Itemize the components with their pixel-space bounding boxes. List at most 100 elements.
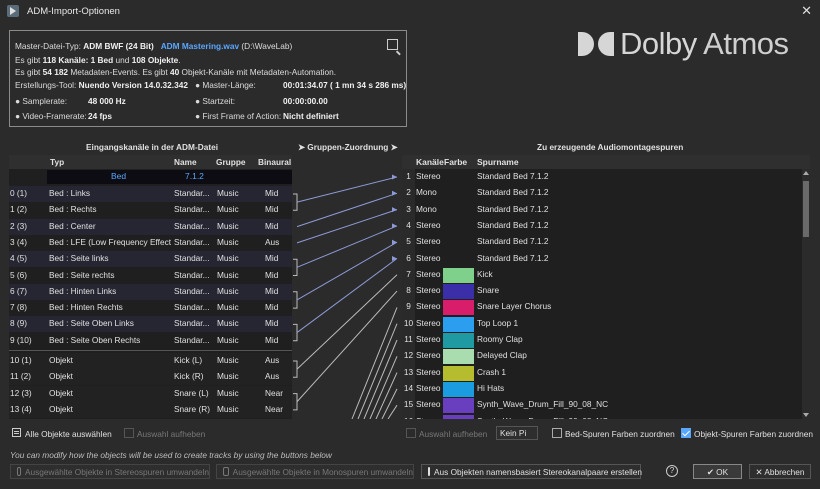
track-row[interactable]: 1 Stereo Standard Bed 7.1.2 [402,169,802,185]
track-color-swatch[interactable] [443,365,474,381]
input-row[interactable]: 0 (1) Bed : Links Standar... Music Mid [9,186,292,202]
track-name[interactable]: Kick [477,269,493,279]
track-color-swatch[interactable] [443,381,474,397]
track-color-swatch[interactable] [443,284,474,300]
track-color-swatch[interactable] [443,414,474,419]
track-row[interactable]: 6 Stereo Standard Bed 7.1.2 [402,251,802,267]
select-all-objects[interactable]: Alle Objekte auswählen [25,429,112,439]
track-channels[interactable]: Stereo [416,171,440,181]
input-row[interactable]: 13 (4) Objekt Snare (R) Music Near [9,401,292,418]
track-row[interactable]: 2 Mono Standard Bed 7.1.2 [402,185,802,201]
track-channels[interactable]: Stereo [416,416,440,420]
track-row[interactable]: 9 Stereo Snare Layer Chorus [402,299,802,316]
track-row[interactable]: 5 Stereo Standard Bed 7.1.2 [402,234,802,250]
track-row[interactable]: 13 Stereo Crash 1 [402,365,802,381]
track-color-swatch[interactable] [443,349,474,365]
track-row[interactable]: 14 Stereo Hi Hats [402,381,802,397]
track-channels[interactable]: Stereo [416,301,440,311]
track-row[interactable]: 11 Stereo Roomy Clap [402,332,802,348]
track-row[interactable]: 7 Stereo Kick [402,267,802,283]
track-row[interactable]: 4 Stereo Standard Bed 7.1.2 [402,218,802,234]
col-color[interactable]: Farbe [444,157,467,167]
track-name[interactable]: Standard Bed 7.1.2 [477,236,549,246]
input-row[interactable]: 12 (3) Objekt Snare (L) Music Near [9,385,292,402]
track-name[interactable]: Hi Hats [477,383,504,393]
col-channels[interactable]: Kanäle [416,157,444,167]
input-row[interactable]: 11 (2) Objekt Kick (R) Music Aus [9,369,292,386]
input-row[interactable]: 4 (5) Bed : Seite links Standar... Music Mid [9,251,292,268]
track-name[interactable]: Synth_Wave_Drum_Fill_90_08_NC [477,399,608,409]
track-channels[interactable]: Stereo [416,253,440,263]
col-name[interactable]: Name [174,157,197,167]
scroll-thumb[interactable] [803,181,809,237]
track-name[interactable]: Synth_Wave_Drum_Fill_90_08_NC [477,416,608,420]
track-row[interactable]: 3 Mono Standard Bed 7.1.2 [402,202,802,218]
track-channels[interactable]: Stereo [416,367,440,377]
track-channels[interactable]: Stereo [416,383,440,393]
convert-mono-button[interactable]: Ausgewählte Objekte in Monospuren umwand… [216,464,414,479]
col-type[interactable]: Typ [50,157,64,167]
track-channels[interactable]: Mono [416,204,437,214]
track-name[interactable]: Roomy Clap [477,334,523,344]
track-name[interactable]: Top Loop 1 [477,318,518,328]
select-all-icon[interactable] [12,428,21,437]
track-row[interactable]: 15 Stereo Synth_Wave_Drum_Fill_90_08_NC [402,397,802,414]
bed-colors-checkbox[interactable] [552,428,562,438]
cancel-button[interactable]: ✕ Abbrechen [749,464,811,479]
ok-button[interactable]: ✔ OK [693,464,742,479]
track-name[interactable]: Standard Bed 7.1.2 [477,187,549,197]
track-row[interactable]: 12 Stereo Delayed Clap [402,348,802,365]
track-channels[interactable]: Stereo [416,318,440,328]
deselect-right-checkbox[interactable] [406,428,416,438]
input-channels-table[interactable]: Typ Name Gruppe Binaural Bed 7.1.2 0 (1)… [9,155,292,419]
track-row[interactable]: 8 Stereo Snare [402,283,802,300]
no-pi-button[interactable]: Kein Pi [496,426,538,440]
track-name[interactable]: Standard Bed 7.1.2 [477,220,549,230]
track-channels[interactable]: Stereo [416,285,440,295]
track-name[interactable]: Delayed Clap [477,350,527,360]
zoom-icon[interactable] [387,39,398,50]
bed-header-row[interactable]: Bed 7.1.2 [47,170,292,184]
master-file-link[interactable]: ADM Mastering.wav [161,41,239,51]
create-stereo-pairs-button[interactable]: Aus Objekten namensbasiert Stereokanalpa… [421,464,642,479]
track-name[interactable]: Standard Bed 7.1.2 [477,253,549,263]
col-group[interactable]: Gruppe [216,157,246,167]
track-name[interactable]: Crash 1 [477,367,506,377]
input-row[interactable]: 6 (7) Bed : Hinten Links Standar... Music Mi… [9,283,292,300]
input-row[interactable]: 2 (3) Bed : Center Standar... Music Mid [9,218,292,235]
input-row[interactable]: 10 (1) Objekt Kick (L) Music Aus [9,353,292,369]
track-name[interactable]: Snare [477,285,499,295]
input-row[interactable]: 5 (6) Bed : Seite rechts Standar... Music Mi… [9,268,292,284]
convert-stereo-button[interactable]: Ausgewählte Objekte in Stereospuren umwa… [10,464,210,479]
scroll-up-icon[interactable] [803,171,809,175]
deselect-checkbox[interactable] [124,428,134,438]
track-color-swatch[interactable] [443,300,474,316]
track-color-swatch[interactable] [443,398,474,414]
col-binaural[interactable]: Binaural [258,157,291,167]
scroll-down-icon[interactable] [803,413,809,417]
track-channels[interactable]: Stereo [416,220,440,230]
track-channels[interactable]: Stereo [416,399,440,409]
output-scrollbar[interactable] [802,169,810,419]
track-channels[interactable]: Stereo [416,269,440,279]
track-row[interactable]: 10 Stereo Top Loop 1 [402,316,802,332]
track-color-swatch[interactable] [443,333,474,348]
track-name[interactable]: Standard Bed 7.1.2 [477,171,549,181]
track-channels[interactable]: Stereo [416,350,440,360]
output-tracks-table[interactable]: Kanäle Farbe Spurname 1 Stereo Standard Be… [402,155,810,419]
help-icon[interactable]: ? [666,465,678,477]
track-channels[interactable]: Mono [416,187,437,197]
input-row[interactable]: 9 (10) Bed : Seite Oben Rechts Standar... M… [9,333,292,349]
col-track-name[interactable]: Spurname [477,157,519,167]
close-icon[interactable]: ✕ [801,3,812,19]
track-color-swatch[interactable] [443,316,474,332]
track-channels[interactable]: Stereo [416,236,440,246]
input-row[interactable]: 7 (8) Bed : Hinten Rechts Standar... Music M… [9,300,292,316]
track-name[interactable]: Standard Bed 7.1.2 [477,204,549,214]
input-row[interactable]: 3 (4) Bed : LFE (Low Frequency Effects) St… [9,235,292,251]
track-channels[interactable]: Stereo [416,334,440,344]
track-color-swatch[interactable] [443,267,474,283]
input-row[interactable]: 1 (2) Bed : Rechts Standar... Music Mid [9,202,292,218]
track-name[interactable]: Snare Layer Chorus [477,301,551,311]
track-row[interactable]: 16Stereo Synth_Wave_Drum_Fill_90_08_NC [402,414,802,420]
